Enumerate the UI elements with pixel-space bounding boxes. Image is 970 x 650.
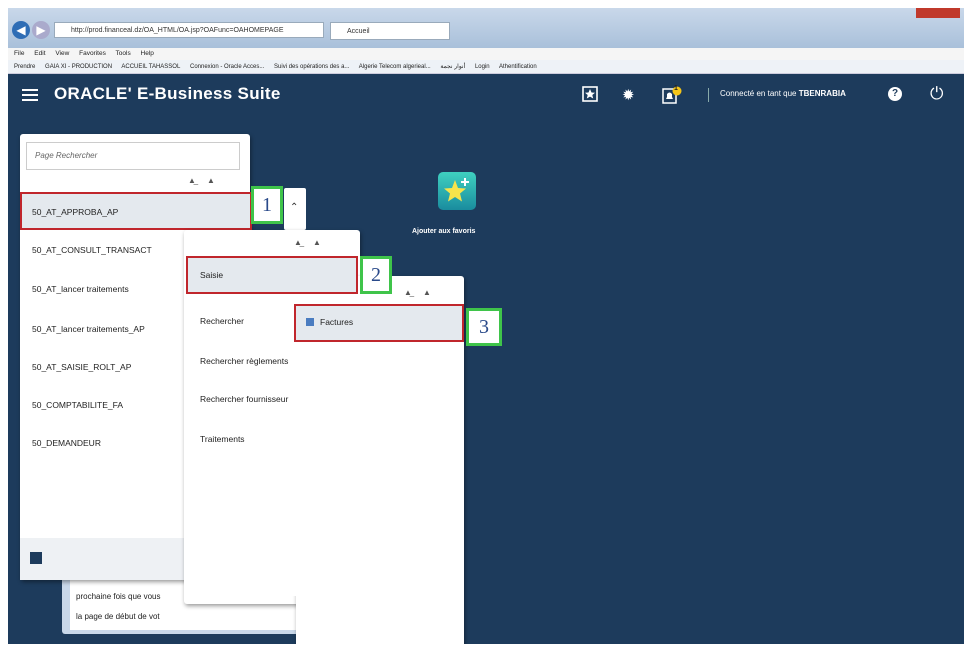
- submenu-item[interactable]: Rechercher: [200, 316, 244, 326]
- menu-favorites[interactable]: Favorites: [79, 50, 106, 57]
- favbar-item[interactable]: Suivi des opérations des a...: [274, 64, 349, 70]
- callout-number: 1: [251, 186, 283, 224]
- app-title: ORACLE' E-Business Suite: [54, 84, 281, 103]
- callout-number: 3: [466, 308, 502, 346]
- browser-window: ◀ ▶ http://prod.financeal.dz/OA_HTML/OA.…: [8, 8, 964, 644]
- submenu-list: Saisie Rechercher Rechercher règlements …: [186, 256, 358, 596]
- callout-number: 2: [360, 256, 392, 294]
- window-controls[interactable]: [916, 8, 960, 18]
- back-icon[interactable]: ◀: [12, 21, 30, 39]
- logged-in-user: Connecté en tant que TBENRABIA: [720, 89, 846, 98]
- menu-view[interactable]: View: [55, 50, 69, 57]
- help-icon[interactable]: ?: [888, 87, 902, 101]
- login-prefix: Connecté en tant que: [720, 89, 797, 98]
- notification-count: 1: [674, 85, 678, 92]
- header-divider: [708, 88, 709, 102]
- notifications-bell-icon[interactable]: 1: [662, 85, 682, 108]
- responsibility-item[interactable]: 50_COMPTABILITE_FA: [32, 400, 123, 410]
- favbar-item[interactable]: Prendre: [14, 64, 35, 70]
- browser-tab[interactable]: Accueil: [330, 22, 450, 40]
- responsibility-item[interactable]: 50_AT_SAISIE_ROLT_AP: [32, 362, 131, 372]
- background-text: prochaine fois que vous: [76, 592, 161, 601]
- forward-icon[interactable]: ▶: [32, 21, 50, 39]
- submenu-item[interactable]: Saisie: [200, 270, 223, 280]
- responsibility-item[interactable]: 50_AT_lancer traitements_AP: [32, 324, 145, 334]
- browser-menubar: File Edit View Favorites Tools Help: [8, 48, 964, 60]
- menu-tools[interactable]: Tools: [116, 50, 131, 57]
- favorites-star-icon[interactable]: [582, 86, 598, 106]
- scroll-arrows-icon[interactable]: ▲̲ ▲: [294, 238, 321, 247]
- favorites-bar: Prendre GAIA XI - PRODUCTION ACCUEIL TAH…: [8, 60, 964, 74]
- menu-help[interactable]: Help: [141, 50, 154, 57]
- function-item[interactable]: Factures: [320, 317, 353, 327]
- settings-gear-icon[interactable]: ✹: [622, 86, 635, 104]
- logout-power-icon[interactable]: ⏻: [930, 84, 943, 104]
- submenu-item[interactable]: Rechercher fournisseur: [200, 394, 288, 404]
- scroll-arrows-icon[interactable]: ▲̲ ▲: [188, 176, 215, 185]
- page-search-input[interactable]: Page Rechercher: [26, 142, 240, 170]
- responsibility-item[interactable]: 50_AT_APPROBA_AP: [32, 207, 118, 217]
- responsibility-item[interactable]: 50_DEMANDEUR: [32, 438, 101, 448]
- scroll-up-icon[interactable]: ⌃: [284, 188, 306, 230]
- favbar-item[interactable]: Login: [475, 64, 490, 70]
- favbar-item[interactable]: ACCUEIL TAHASSOL: [121, 64, 180, 70]
- favbar-item[interactable]: أنوار نجمة: [440, 64, 465, 70]
- search-placeholder: Page Rechercher: [35, 151, 98, 160]
- add-favorite-tile-icon[interactable]: [438, 172, 476, 210]
- submenu-item[interactable]: Rechercher règlements: [200, 356, 288, 366]
- username: TBENRABIA: [798, 89, 846, 98]
- add-favorite-label[interactable]: Ajouter aux favoris: [412, 228, 475, 235]
- favbar-item[interactable]: Algerie Telecom algerieal...: [359, 64, 431, 70]
- favbar-item[interactable]: Athentification: [499, 64, 537, 70]
- menu-file[interactable]: File: [14, 50, 24, 57]
- app-header: ORACLE' E-Business Suite ✹ 1 Connecté en…: [8, 74, 964, 114]
- scroll-arrows-icon[interactable]: ▲̲ ▲: [404, 288, 431, 297]
- submenu-item[interactable]: Traitements: [200, 434, 245, 444]
- background-text: la page de début de vot: [76, 612, 160, 621]
- favbar-item[interactable]: Connexion - Oracle Acces...: [190, 64, 264, 70]
- responsibility-item[interactable]: 50_AT_lancer traitements: [32, 284, 129, 294]
- menu-edit[interactable]: Edit: [34, 50, 45, 57]
- favbar-item[interactable]: GAIA XI - PRODUCTION: [45, 64, 112, 70]
- browser-titlebar: ◀ ▶ http://prod.financeal.dz/OA_HTML/OA.…: [8, 8, 964, 48]
- edit-icon[interactable]: [30, 552, 42, 564]
- invoice-icon: [306, 318, 314, 326]
- address-bar[interactable]: http://prod.financeal.dz/OA_HTML/OA.jsp?…: [54, 22, 324, 38]
- navigator-menu-icon[interactable]: [22, 86, 38, 102]
- responsibility-item[interactable]: 50_AT_CONSULT_TRANSACT: [32, 245, 152, 255]
